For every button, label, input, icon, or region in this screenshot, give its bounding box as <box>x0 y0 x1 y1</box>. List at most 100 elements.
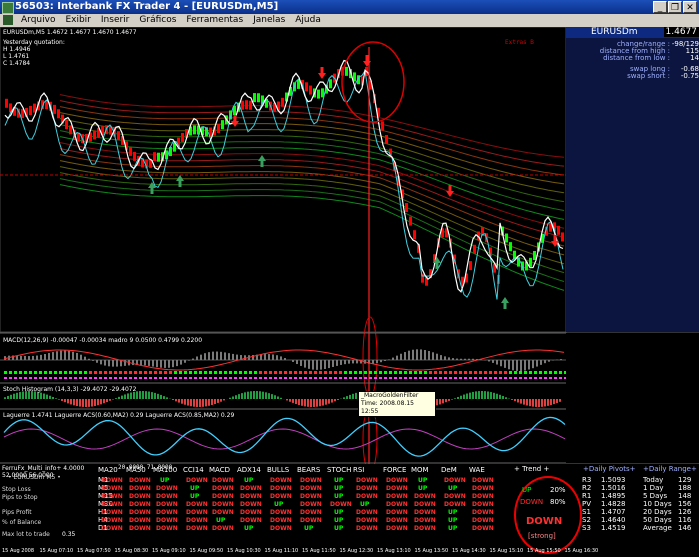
stoch-histogram-bar <box>262 391 264 399</box>
price-axis-area <box>566 333 699 463</box>
macd-histogram-bar <box>304 360 306 368</box>
stoch-histogram-bar <box>469 392 471 399</box>
price-candle <box>93 130 96 140</box>
stoch-histogram-bar <box>127 393 129 399</box>
stoch-histogram-bar <box>16 392 18 399</box>
stoch-histogram-bar <box>154 392 156 399</box>
grid-signal-cell: DOWN <box>212 509 234 516</box>
trend-dot <box>424 377 427 379</box>
trend-dot <box>4 371 7 374</box>
trend-dot <box>154 371 157 374</box>
macd-histogram-bar <box>380 360 382 363</box>
trend-dot <box>319 377 322 379</box>
trend-dot <box>54 371 57 374</box>
trend-dot <box>254 377 257 379</box>
macd-histogram-bar <box>284 358 286 360</box>
pivot-key: S2 <box>582 516 591 524</box>
grid-signal-cell: DOWN <box>386 477 408 484</box>
trend-dot <box>39 371 42 374</box>
trend-dot <box>369 377 372 379</box>
trend-dot <box>514 377 517 379</box>
close-button[interactable]: ✕ <box>683 1 697 13</box>
stoch-histogram-bar <box>193 399 195 407</box>
grid-signal-cell: DOWN <box>270 509 292 516</box>
macd-histogram-bar <box>36 355 38 360</box>
trend-dot <box>184 377 187 379</box>
grid-column-header: MA50 <box>126 466 146 474</box>
macd-histogram-bar <box>412 349 414 360</box>
grid-signal-cell: UP <box>190 485 200 492</box>
menu-ferramentas[interactable]: Ferramentas <box>181 14 248 27</box>
menu-exibir[interactable]: Exibir <box>60 14 95 27</box>
trend-dot <box>474 377 477 379</box>
trend-dot <box>204 377 207 379</box>
trend-dot <box>129 371 132 374</box>
macd-histogram-bar <box>96 360 98 363</box>
menu-ajuda[interactable]: Ajuda <box>290 14 326 27</box>
stoch-histogram-bar <box>523 399 525 405</box>
stoch-histogram-bar <box>163 396 165 399</box>
trend-down-label: DOWN <box>520 498 544 506</box>
macd-histogram-bar <box>540 360 542 365</box>
pivot-key: S3 <box>582 524 591 532</box>
trend-dot <box>109 371 112 374</box>
stoch-histogram-bar <box>502 395 504 399</box>
grid-signal-cell: UP <box>448 525 458 532</box>
trend-dot <box>444 377 447 379</box>
stoch-histogram-bar <box>352 393 354 399</box>
trend-dot <box>209 377 212 379</box>
macd-histogram-bar <box>404 352 406 360</box>
pivot-value: 1.4895 <box>601 492 626 500</box>
range-value: 129 <box>678 476 692 484</box>
grid-column-header: FORCE <box>383 466 407 474</box>
trend-dot <box>434 377 437 379</box>
stoch-histogram-bar <box>157 393 159 399</box>
trend-dot <box>324 377 327 379</box>
grid-signal-cell: DOWN <box>300 501 322 508</box>
macd-histogram-bar <box>108 360 110 367</box>
stoch-histogram-bar <box>148 391 150 399</box>
trend-dot <box>79 371 82 374</box>
stoch-histogram-bar <box>205 399 207 407</box>
macd-histogram-bar <box>336 360 338 366</box>
grid-signal-cell: DOWN <box>240 493 262 500</box>
trend-dot <box>134 371 137 374</box>
menu-janelas[interactable]: Janelas <box>248 14 290 27</box>
trend-dot <box>534 377 537 379</box>
macd-histogram-bar <box>76 352 78 360</box>
trend-dot <box>259 371 262 374</box>
grid-signal-cell: DOWN <box>101 509 123 516</box>
restore-button[interactable]: ❐ <box>668 1 682 13</box>
trend-dot <box>104 371 107 374</box>
trend-down-pct: 80% <box>550 498 566 506</box>
time-axis-label: 15 Aug 11:10 <box>264 548 299 554</box>
trend-dot <box>329 371 332 374</box>
stoch-histogram-bar <box>484 391 486 399</box>
stoch-histogram-bar <box>106 399 108 403</box>
trend-dot <box>479 377 482 379</box>
stoch-histogram-bar <box>91 399 93 407</box>
stoch-histogram-bar <box>526 399 528 406</box>
window-controls: _ ❐ ✕ <box>653 1 697 13</box>
chart-window[interactable]: EURUSDm,M5 1.4672 1.4677 1.4670 1.4677 Y… <box>0 27 699 557</box>
grid-signal-cell: DOWN <box>300 477 322 484</box>
menu-graficos[interactable]: Gráficos <box>134 14 181 27</box>
trend-dot <box>374 377 377 379</box>
stoch-histogram-bar <box>310 399 312 407</box>
minimize-button[interactable]: _ <box>653 1 667 13</box>
macd-histogram-bar <box>452 358 454 360</box>
menu-arquivo[interactable]: Arquivo <box>16 14 60 27</box>
grid-signal-cell: DOWN <box>444 493 466 500</box>
macd-histogram-bar <box>308 360 310 369</box>
grid-signal-cell: DOWN <box>129 509 151 516</box>
stoch-histogram-bar <box>460 395 462 399</box>
macd-histogram-bar <box>216 351 218 360</box>
menu-inserir[interactable]: Inserir <box>96 14 135 27</box>
time-axis-label: 15 Aug 2008 <box>2 548 35 554</box>
title-bar[interactable]: 56503: Interbank FX Trader 4 - [EURUSDm,… <box>0 0 699 14</box>
range-key: 5 Days <box>643 492 668 500</box>
macd-histogram-bar <box>56 351 58 360</box>
pivot-value: 1.4640 <box>601 516 626 524</box>
multi-info-left: FerruFx_Multi_info+ 4.0000 52.0000 56.00… <box>0 464 85 557</box>
trend-dot <box>19 371 22 374</box>
